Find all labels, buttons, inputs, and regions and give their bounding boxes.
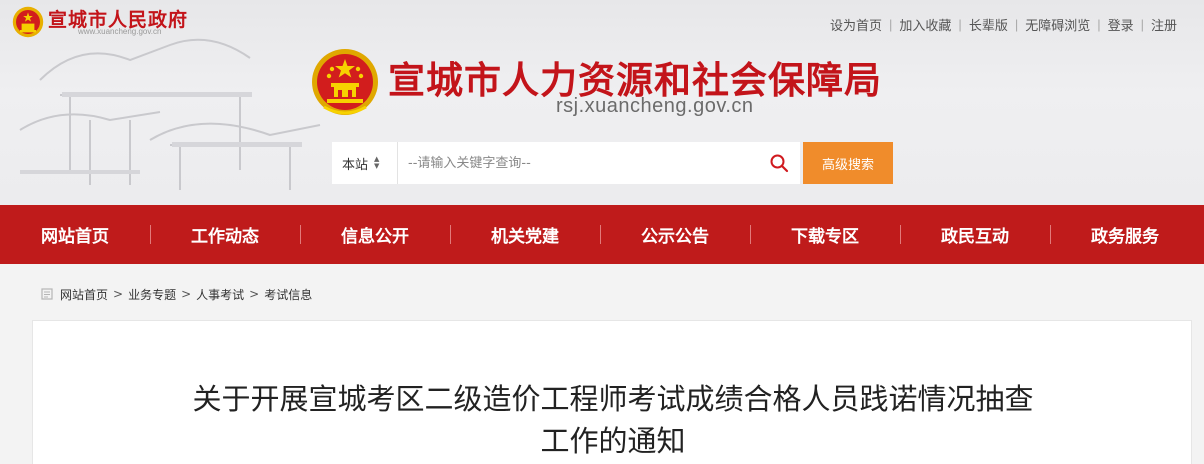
nav-home[interactable]: 网站首页 (0, 205, 150, 264)
article-title-line: 工作的通知 (540, 424, 686, 458)
elder-version-link[interactable]: 长辈版 (969, 15, 1008, 34)
nav-interaction[interactable]: 政民互动 (900, 205, 1050, 264)
main-nav: 网站首页 工作动态 信息公开 机关党建 公示公告 下载专区 政民互动 政务服务 (0, 205, 1204, 264)
bureau-url: rsj.xuancheng.gov.cn (556, 95, 754, 117)
nav-info-disclosure[interactable]: 信息公开 (300, 205, 450, 264)
divider: | (1097, 16, 1101, 32)
breadcrumb: 网站首页 > 业务专题 > 人事考试 > 考试信息 (40, 285, 312, 303)
nav-announcements[interactable]: 公示公告 (600, 205, 750, 264)
breadcrumb-topics[interactable]: 业务专题 (128, 286, 176, 303)
article-title: 关于开展宣城考区二级造价工程师考试成绩合格人员践诺情况抽查 工作的通知 (133, 378, 1093, 462)
divider: | (958, 16, 962, 32)
breadcrumb-separator: > (113, 287, 124, 301)
search-scope-label: 本站 (342, 157, 369, 173)
nav-work-news[interactable]: 工作动态 (150, 205, 300, 264)
breadcrumb-separator: > (181, 287, 192, 301)
search-button[interactable] (766, 150, 792, 176)
advanced-search-button[interactable]: 高级搜索 (803, 142, 893, 184)
search-icon (770, 154, 789, 173)
national-emblem-icon (312, 49, 378, 115)
nav-party-building[interactable]: 机关党建 (450, 205, 600, 264)
divider: | (889, 16, 893, 32)
accessibility-link[interactable]: 无障碍浏览 (1025, 15, 1090, 34)
updown-arrow-icon: ▲ ▼ (374, 155, 380, 170)
login-link[interactable]: 登录 (1108, 15, 1134, 34)
site-header: 宣城市人民政府 www.xuancheng.gov.cn 设为首页 | 加入收藏… (0, 0, 1204, 205)
nav-government-services[interactable]: 政务服务 (1050, 205, 1200, 264)
building-decoration (19, 38, 321, 190)
search-bar: 本站 ▲▼ 高级搜索 (332, 142, 893, 184)
add-favorite-link[interactable]: 加入收藏 (899, 15, 951, 34)
breadcrumb-home[interactable]: 网站首页 (60, 286, 108, 303)
divider: | (1014, 16, 1019, 32)
divider: | (1140, 16, 1145, 32)
register-link[interactable]: 注册 (1151, 15, 1177, 34)
government-emblem-icon (12, 6, 44, 38)
nav-downloads[interactable]: 下载专区 (750, 205, 900, 264)
breadcrumb-separator: > (249, 287, 260, 301)
article-title-line: 关于开展宣城考区二级造价工程师考试成绩合格人员践诺情况抽查 (192, 382, 1034, 416)
location-icon (41, 288, 53, 300)
breadcrumb-personnel-exam[interactable]: 人事考试 (196, 286, 244, 303)
search-scope-select[interactable]: 本站 ▲ ▼ (332, 142, 398, 184)
article-panel: 关于开展宣城考区二级造价工程师考试成绩合格人员践诺情况抽查 工作的通知 (32, 320, 1192, 464)
top-links: 设为首页 | 加入收藏 | 长辈版 | 无障碍浏览 | 登录 | 注册 (830, 14, 1177, 34)
set-homepage-link[interactable]: 设为首页 (830, 15, 882, 34)
breadcrumb-exam-info[interactable]: 考试信息 (264, 286, 312, 303)
government-site-url: www.xuancheng.gov.cn (78, 27, 162, 36)
search-input[interactable] (398, 142, 800, 184)
